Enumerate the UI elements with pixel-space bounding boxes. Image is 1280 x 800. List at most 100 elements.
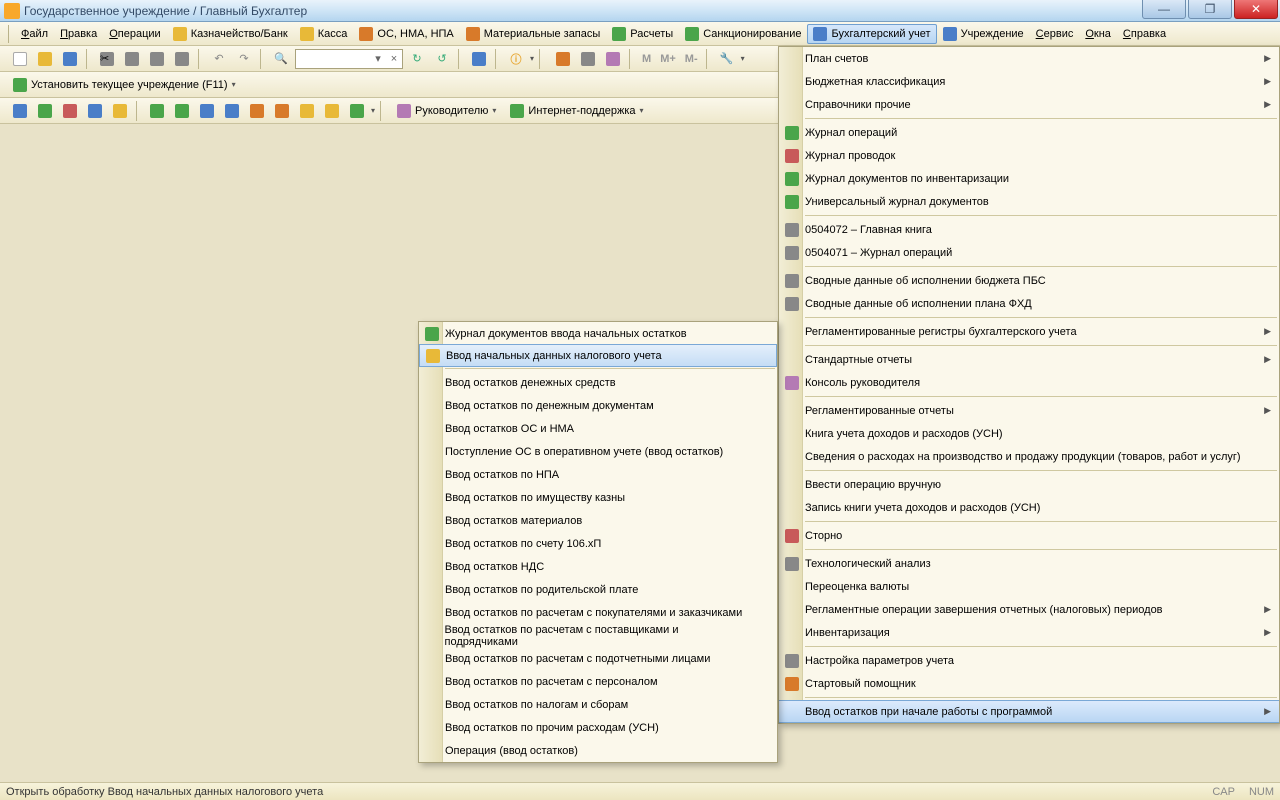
- user-button[interactable]: [602, 48, 624, 70]
- submenu-item[interactable]: Ввод остатков по расчетам с покупателями…: [419, 601, 777, 624]
- menu-правка[interactable]: Правка: [54, 25, 103, 43]
- m-button[interactable]: M: [639, 53, 654, 65]
- calc-button[interactable]: [552, 48, 574, 70]
- menu-item[interactable]: Регламентные операции завершения отчетны…: [779, 598, 1279, 621]
- menu-сервис[interactable]: Сервис: [1030, 25, 1080, 43]
- leader-button[interactable]: Руководителю ▾: [393, 104, 500, 118]
- submenu-item[interactable]: Ввод остатков по расчетам с подотчетными…: [419, 647, 777, 670]
- menu-item[interactable]: Ввод остатков при начале работы с програ…: [779, 700, 1279, 723]
- calendar-button[interactable]: [577, 48, 599, 70]
- menu-item[interactable]: Сведения о расходах на производство и пр…: [779, 445, 1279, 468]
- tb3-11[interactable]: [271, 100, 293, 122]
- menu-item[interactable]: Консоль руководителя: [779, 371, 1279, 394]
- submenu-item[interactable]: Ввод остатков по имуществу казны: [419, 486, 777, 509]
- menu-item[interactable]: Универсальный журнал документов: [779, 190, 1279, 213]
- submenu-item[interactable]: Ввод остатков по расчетам с поставщиками…: [419, 624, 777, 647]
- paste-button[interactable]: [146, 48, 168, 70]
- minimize-button[interactable]: —: [1142, 0, 1186, 19]
- menu-item[interactable]: Технологический анализ: [779, 552, 1279, 575]
- set-institution-button[interactable]: Установить текущее учреждение (F11) ▾: [9, 78, 240, 92]
- menu-окна[interactable]: Окна: [1079, 25, 1117, 43]
- menu-item[interactable]: Стартовый помощник: [779, 672, 1279, 695]
- submenu-item[interactable]: Ввод начальных данных налогового учета: [419, 344, 777, 367]
- new-doc-button[interactable]: [9, 48, 31, 70]
- menu-материальные-запасы[interactable]: Материальные запасы: [460, 24, 607, 44]
- submenu-item[interactable]: Поступление ОС в оперативном учете (ввод…: [419, 440, 777, 463]
- submenu-item[interactable]: Ввод остатков по денежным документам: [419, 394, 777, 417]
- cut-button[interactable]: ✂: [96, 48, 118, 70]
- submenu-item[interactable]: Ввод остатков НДС: [419, 555, 777, 578]
- tb3-3[interactable]: [59, 100, 81, 122]
- windows-button[interactable]: [468, 48, 490, 70]
- menu-операции[interactable]: Операции: [103, 25, 166, 43]
- tb3-13[interactable]: [321, 100, 343, 122]
- menu-item[interactable]: 0504072 – Главная книга: [779, 218, 1279, 241]
- paste2-button[interactable]: [171, 48, 193, 70]
- tb3-6[interactable]: [146, 100, 168, 122]
- tb3-7[interactable]: [171, 100, 193, 122]
- menu-item[interactable]: Бюджетная классификация▶: [779, 70, 1279, 93]
- mplus-button[interactable]: M+: [657, 53, 679, 65]
- menu-файл[interactable]: Файл: [15, 25, 54, 43]
- submenu-item[interactable]: Журнал документов ввода начальных остатк…: [419, 322, 777, 345]
- menu-item[interactable]: Регламентированные регистры бухгалтерско…: [779, 320, 1279, 343]
- tb3-12[interactable]: [296, 100, 318, 122]
- submenu-item[interactable]: Ввод остатков по НПА: [419, 463, 777, 486]
- menu-учреждение[interactable]: Учреждение: [937, 24, 1030, 44]
- menu-item[interactable]: Сводные данные об исполнении плана ФХД: [779, 292, 1279, 315]
- submenu-item[interactable]: Ввод остатков ОС и НМА: [419, 417, 777, 440]
- menu-item[interactable]: Журнал документов по инвентаризации: [779, 167, 1279, 190]
- menu-item[interactable]: Ввести операцию вручную: [779, 473, 1279, 496]
- refresh-button[interactable]: ↻: [406, 48, 428, 70]
- menu-item[interactable]: Запись книги учета доходов и расходов (У…: [779, 496, 1279, 519]
- submenu-item[interactable]: Операция (ввод остатков): [419, 739, 777, 762]
- menu-казначейство-банк[interactable]: Казначейство/Банк: [167, 24, 294, 44]
- save-button[interactable]: [59, 48, 81, 70]
- menu-item[interactable]: Сторно: [779, 524, 1279, 547]
- tb3-5[interactable]: [109, 100, 131, 122]
- submenu-item[interactable]: Ввод остатков по налогам и сборам: [419, 693, 777, 716]
- undo-button[interactable]: ↶: [208, 48, 230, 70]
- tb3-8[interactable]: [196, 100, 218, 122]
- menu-item[interactable]: Книга учета доходов и расходов (УСН): [779, 422, 1279, 445]
- open-button[interactable]: [34, 48, 56, 70]
- tb3-14[interactable]: [346, 100, 368, 122]
- submenu-item[interactable]: Ввод остатков материалов: [419, 509, 777, 532]
- menu-item[interactable]: Инвентаризация▶: [779, 621, 1279, 644]
- close-button[interactable]: ✕: [1234, 0, 1278, 19]
- menu-бухгалтерский-учет[interactable]: Бухгалтерский учет: [807, 24, 936, 44]
- menu-item[interactable]: План счетов▶: [779, 47, 1279, 70]
- menu-ос-нма-нпа[interactable]: ОС, НМА, НПА: [353, 24, 459, 44]
- tb3-1[interactable]: [9, 100, 31, 122]
- find-button[interactable]: 🔍: [270, 48, 292, 70]
- tb3-4[interactable]: [84, 100, 106, 122]
- submenu-item[interactable]: Ввод остатков по расчетам с персоналом: [419, 670, 777, 693]
- menu-item[interactable]: Журнал операций: [779, 121, 1279, 144]
- menu-справка[interactable]: Справка: [1117, 25, 1172, 43]
- submenu-item[interactable]: Ввод остатков по счету 106.хП: [419, 532, 777, 555]
- menu-расчеты[interactable]: Расчеты: [606, 24, 679, 44]
- menu-item[interactable]: Настройка параметров учета: [779, 649, 1279, 672]
- menu-item[interactable]: Переоценка валюты: [779, 575, 1279, 598]
- redo-button[interactable]: ↷: [233, 48, 255, 70]
- menu-санкционирование[interactable]: Санкционирование: [679, 24, 807, 44]
- menu-item[interactable]: Стандартные отчеты▶: [779, 348, 1279, 371]
- submenu-item[interactable]: Ввод остатков по прочим расходам (УСН): [419, 716, 777, 739]
- menu-item[interactable]: Сводные данные об исполнении бюджета ПБС: [779, 269, 1279, 292]
- tb3-9[interactable]: [221, 100, 243, 122]
- mminus-button[interactable]: M-: [682, 53, 701, 65]
- search-input[interactable]: ▾×: [295, 49, 403, 69]
- config-button[interactable]: 🔧: [716, 48, 738, 70]
- menu-item[interactable]: Справочники прочие▶: [779, 93, 1279, 116]
- copy-button[interactable]: [121, 48, 143, 70]
- submenu-item[interactable]: Ввод остатков денежных средств: [419, 371, 777, 394]
- tb3-2[interactable]: [34, 100, 56, 122]
- refresh2-button[interactable]: ↺: [431, 48, 453, 70]
- tb3-10[interactable]: [246, 100, 268, 122]
- menu-касса[interactable]: Касса: [294, 24, 354, 44]
- menu-item[interactable]: Журнал проводок: [779, 144, 1279, 167]
- help-button[interactable]: ⓘ: [505, 48, 527, 70]
- internet-support-button[interactable]: Интернет-поддержка ▾: [506, 104, 647, 118]
- menu-item[interactable]: Регламентированные отчеты▶: [779, 399, 1279, 422]
- maximize-button[interactable]: ❐: [1188, 0, 1232, 19]
